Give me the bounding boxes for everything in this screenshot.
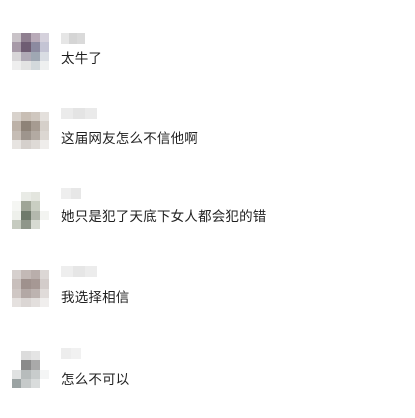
comment-text: 我选择相信 bbox=[61, 290, 130, 306]
username-blurred[interactable] bbox=[61, 266, 97, 277]
avatar[interactable] bbox=[12, 351, 49, 388]
username-blurred[interactable] bbox=[61, 188, 81, 199]
username-blurred[interactable] bbox=[61, 348, 81, 359]
avatar[interactable] bbox=[12, 192, 49, 229]
comment-text: 她只是犯了天底下女人都会犯的错 bbox=[61, 209, 267, 225]
avatar[interactable] bbox=[12, 112, 49, 149]
avatar[interactable] bbox=[12, 33, 49, 70]
comment-item: 太牛了 bbox=[0, 0, 415, 80]
comment-item: 怎么不可以 bbox=[0, 320, 415, 400]
comment-list: 太牛了 这届网友怎么不信他啊 她只是犯了天底下女人都会犯的错 我选择相信 怎么不… bbox=[0, 0, 415, 418]
comment-text: 太牛了 bbox=[61, 51, 103, 67]
comment-item: 我选择相信 bbox=[0, 240, 415, 320]
username-blurred[interactable] bbox=[61, 108, 97, 119]
comment-item: 她只是犯了天底下女人都会犯的错 bbox=[0, 160, 415, 240]
comment-text: 这届网友怎么不信他啊 bbox=[61, 131, 198, 147]
comment-text: 怎么不可以 bbox=[61, 372, 130, 388]
comment-item: 这届网友怎么不信他啊 bbox=[0, 80, 415, 160]
avatar[interactable] bbox=[12, 270, 49, 307]
username-blurred[interactable] bbox=[61, 33, 85, 44]
